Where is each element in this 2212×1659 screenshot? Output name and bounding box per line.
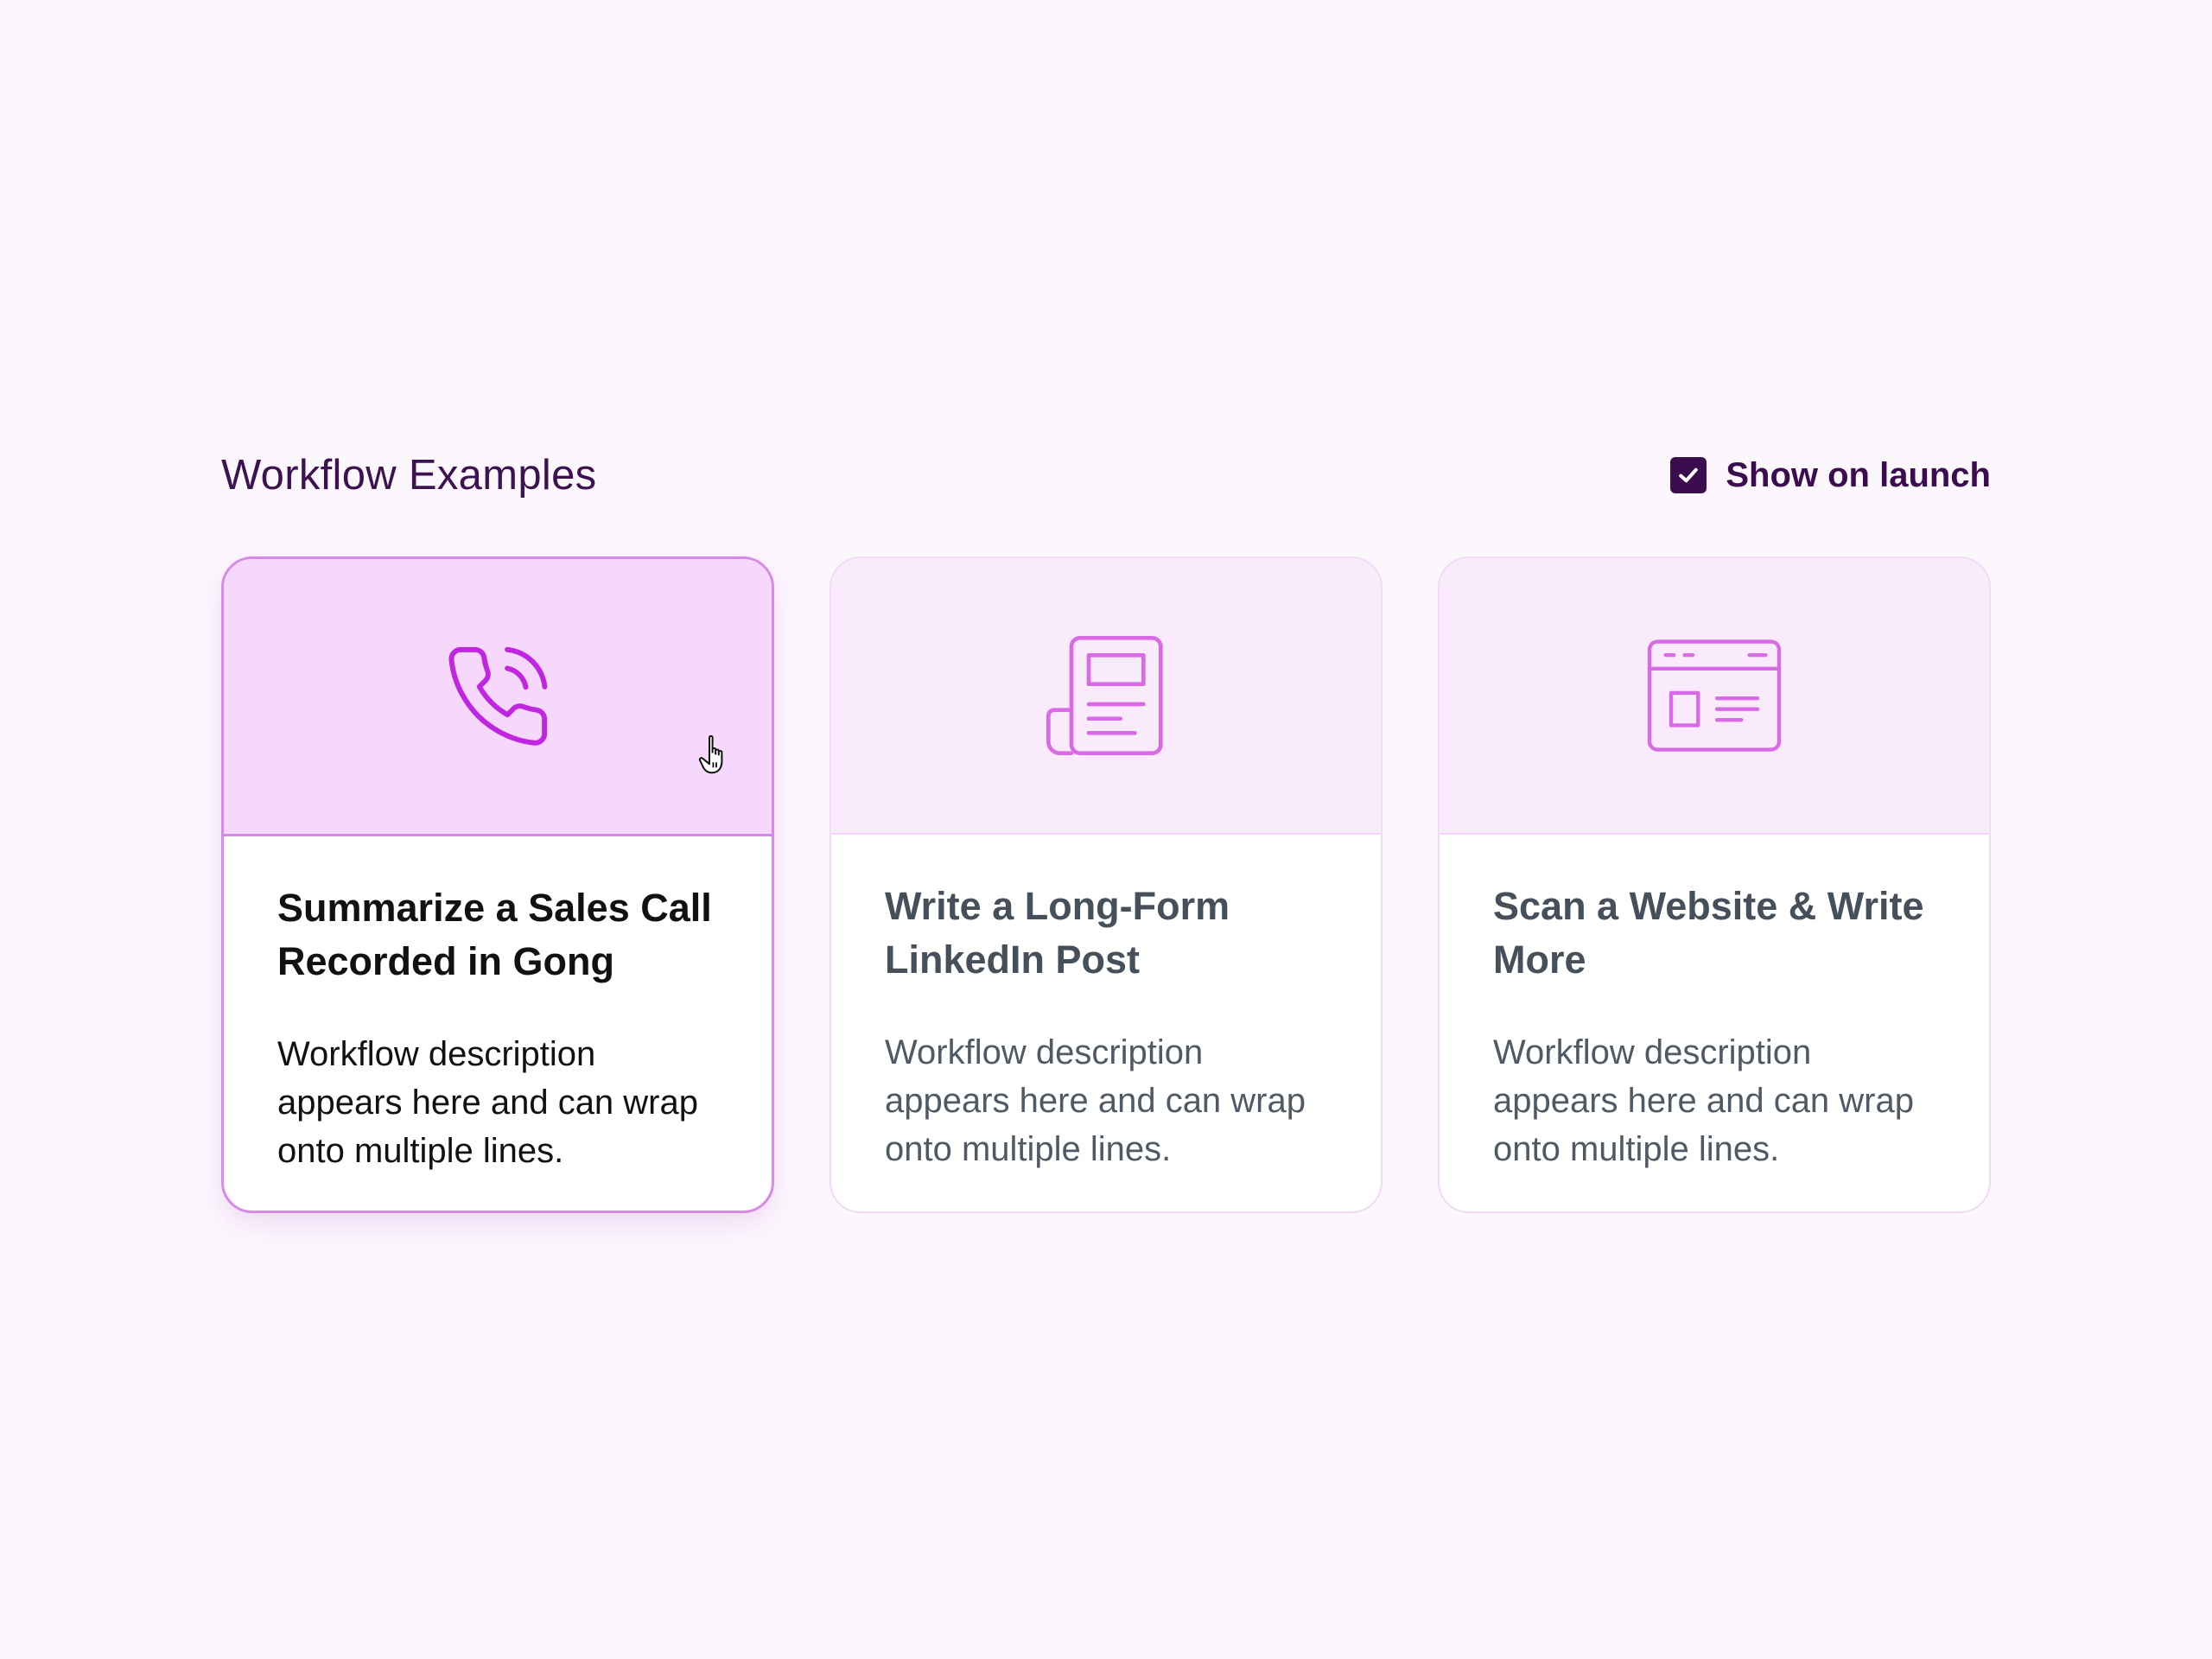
workflow-card-list: Summarize a Sales Call Recorded in Gong …	[221, 556, 1991, 1213]
browser-window-icon	[1641, 631, 1788, 760]
card-description: Workflow description appears here and ca…	[885, 1033, 1306, 1168]
section-title: Workflow Examples	[221, 452, 597, 499]
show-on-launch-label: Show on launch	[1726, 455, 1991, 494]
workflow-card-sales-call[interactable]: Summarize a Sales Call Recorded in Gong …	[221, 556, 774, 1213]
workflow-card-linkedin-post[interactable]: Write a Long-Form LinkedIn Post Workflow…	[830, 556, 1382, 1213]
card-title: Scan a Website & Write More	[1493, 884, 1924, 982]
card-description: Workflow description appears here and ca…	[277, 1035, 698, 1170]
show-on-launch-toggle[interactable]: Show on launch	[1670, 456, 1991, 495]
card-body: Scan a Website & Write More Workflow des…	[1440, 835, 1989, 1173]
card-title: Summarize a Sales Call Recorded in Gong	[277, 886, 712, 983]
show-on-launch-checkbox[interactable]	[1670, 457, 1707, 493]
card-illustration	[224, 559, 772, 836]
hand-pointer-cursor-icon	[698, 734, 723, 774]
newspaper-icon	[1037, 626, 1175, 765]
panel-header: Workflow Examples Show on launch	[221, 441, 1991, 510]
workflow-card-scan-website[interactable]: Scan a Website & Write More Workflow des…	[1438, 556, 1991, 1213]
card-title: Write a Long-Form LinkedIn Post	[885, 884, 1230, 982]
checkmark-icon	[1679, 467, 1699, 483]
card-illustration	[831, 558, 1381, 835]
card-description: Workflow description appears here and ca…	[1493, 1033, 1914, 1168]
card-body: Summarize a Sales Call Recorded in Gong …	[224, 836, 772, 1175]
card-body: Write a Long-Form LinkedIn Post Workflow…	[831, 835, 1381, 1173]
phone-call-icon	[442, 640, 554, 753]
workflow-examples-panel: Workflow Examples Show on launch Summari…	[221, 441, 1991, 1213]
card-illustration	[1440, 558, 1989, 835]
